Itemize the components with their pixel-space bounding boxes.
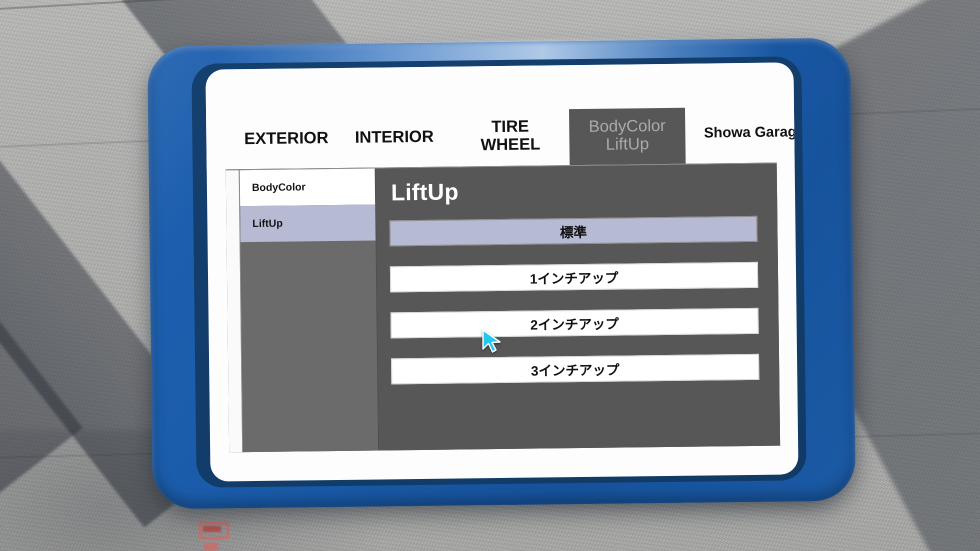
option-button-label: 1インチアップ bbox=[529, 270, 619, 287]
vr-scene: EXTERIOR INTERIOR TIRE WHEEL BodyColor L… bbox=[0, 0, 980, 551]
tab-bodycolor-liftup[interactable]: BodyColor LiftUp bbox=[568, 107, 686, 166]
tab-tire-wheel[interactable]: TIRE WHEEL bbox=[458, 117, 562, 155]
tab-interior[interactable]: INTERIOR bbox=[336, 128, 452, 148]
tablet-screen: EXTERIOR INTERIOR TIRE WHEEL BodyColor L… bbox=[205, 62, 799, 482]
sidebar-item-label: LiftUp bbox=[252, 217, 283, 231]
option-button-2inch-up[interactable]: 2インチアップ bbox=[390, 307, 759, 339]
option-button-3inch-up[interactable]: 3インチアップ bbox=[391, 353, 760, 385]
tab-showa-garage[interactable]: Showa Garage bbox=[692, 124, 799, 142]
red-plate-inner bbox=[203, 526, 221, 532]
sidebar-item-label: BodyColor bbox=[251, 181, 306, 195]
option-button-1inch-up[interactable]: 1インチアップ bbox=[389, 261, 759, 293]
category-sidebar: BodyColor LiftUp bbox=[239, 168, 380, 453]
content-area: BodyColor LiftUp LiftUp 標準 1インチアップ 2インチア… bbox=[225, 162, 781, 453]
red-plate-object-secondary bbox=[204, 543, 218, 551]
red-plate-object bbox=[199, 522, 229, 539]
sidebar-item-bodycolor[interactable]: BodyColor bbox=[239, 168, 376, 207]
tab-exterior[interactable]: EXTERIOR bbox=[226, 129, 346, 149]
tab-bar: EXTERIOR INTERIOR TIRE WHEEL BodyColor L… bbox=[205, 62, 798, 170]
page-title: LiftUp bbox=[390, 178, 459, 206]
option-button-label: 2インチアップ bbox=[530, 316, 619, 333]
sidebar-item-liftup[interactable]: LiftUp bbox=[240, 204, 376, 243]
option-button-label: 3インチアップ bbox=[530, 362, 620, 379]
option-button-standard[interactable]: 標準 bbox=[389, 215, 758, 247]
option-panel: LiftUp 標準 1インチアップ 2インチアップ 3インチアップ bbox=[375, 163, 781, 451]
tablet-device: EXTERIOR INTERIOR TIRE WHEEL BodyColor L… bbox=[147, 37, 856, 510]
option-button-label: 標準 bbox=[559, 224, 588, 241]
